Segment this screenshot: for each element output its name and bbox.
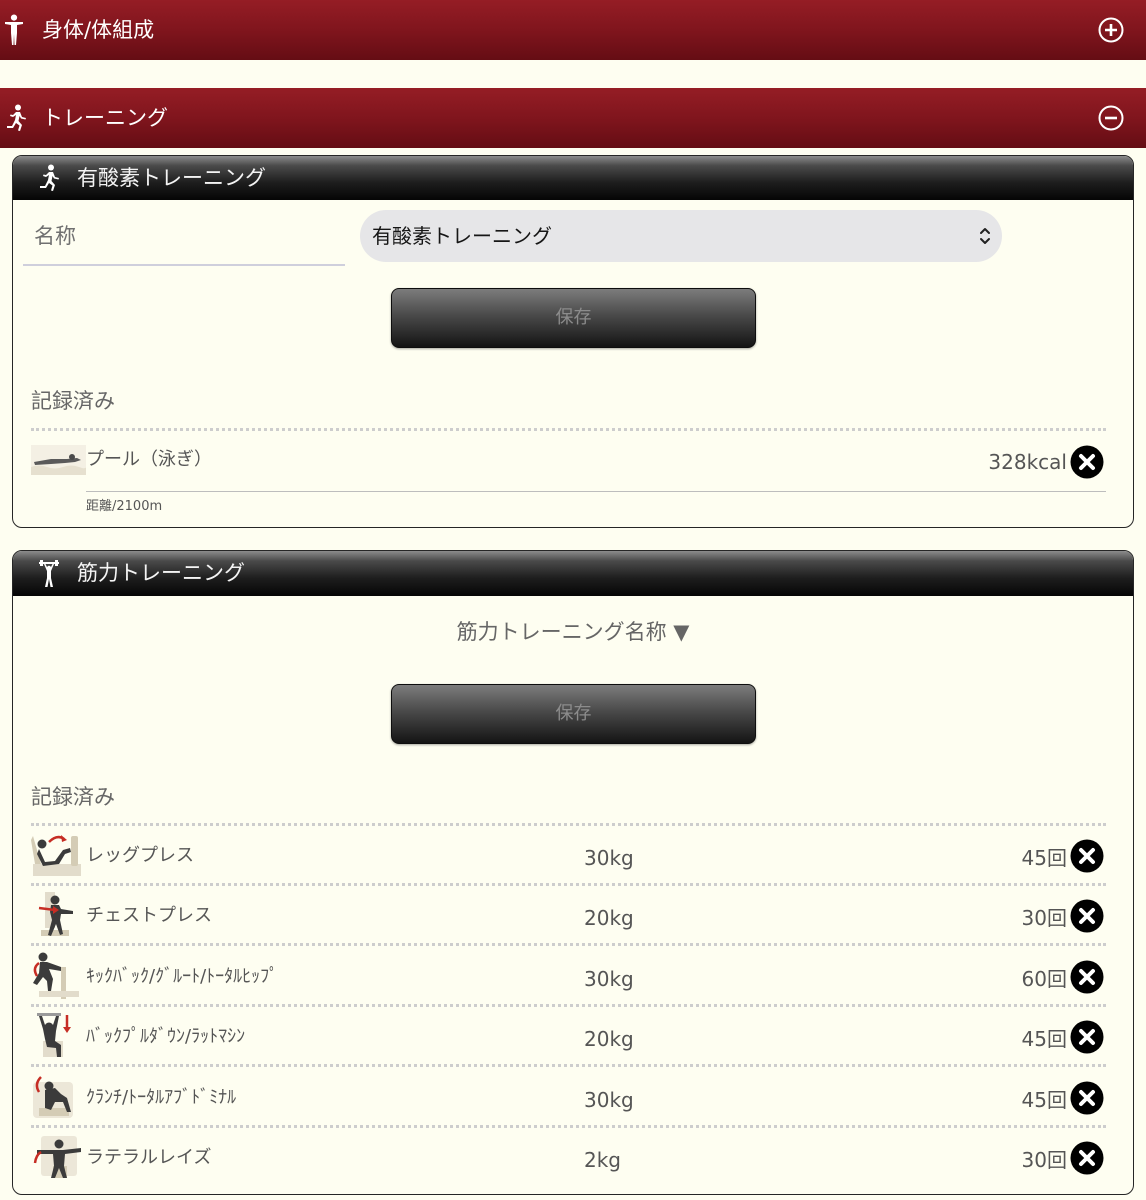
record-weight: 2kg xyxy=(584,1148,622,1172)
dotted-divider xyxy=(31,428,1106,431)
record-name: ラテラルレイズ xyxy=(86,1147,212,1168)
back-pulldown-thumbnail xyxy=(31,1011,86,1061)
save-button[interactable]: 保存 xyxy=(391,288,756,348)
running-person-icon xyxy=(5,104,27,132)
record-weight: 30kg xyxy=(584,846,634,870)
panel-header: 有酸素トレーニング xyxy=(13,156,1133,200)
record-weight: 20kg xyxy=(584,1027,634,1051)
strength-training-name-dropdown[interactable]: 筋力トレーニング名称 ▼ xyxy=(13,618,1133,646)
delete-record-button[interactable] xyxy=(1070,960,1104,994)
panel-title: 有酸素トレーニング xyxy=(77,166,266,190)
record-reps: 60回 xyxy=(1021,967,1067,991)
panel-header: 筋力トレーニング xyxy=(13,551,1133,596)
record-reps: 30回 xyxy=(1021,1148,1067,1172)
record-name: ｸﾗﾝﾁ/ﾄｰﾀﾙｱﾌﾞﾄﾞﾐﾅﾙ xyxy=(86,1087,237,1108)
crunch-thumbnail xyxy=(31,1072,86,1122)
chevron-up-down-icon xyxy=(978,225,992,247)
delete-record-button[interactable] xyxy=(1070,445,1104,479)
standing-person-icon xyxy=(4,14,24,46)
list-item: ラテラルレイズ 2kg 30回 xyxy=(31,1128,1106,1188)
record-weight: 30kg xyxy=(584,967,634,991)
panel-title: 筋力トレーニング xyxy=(77,561,245,585)
section-title: トレーニング xyxy=(42,106,168,130)
recorded-label: 記録済み xyxy=(31,389,115,413)
record-weight: 20kg xyxy=(584,906,634,930)
list-item: ｷｯｸﾊﾞｯｸ/ｸﾞﾙｰﾄ/ﾄｰﾀﾙﾋｯﾌﾟ 30kg 60回 xyxy=(31,947,1106,1007)
record-name: レッグプレス xyxy=(86,845,194,866)
record-reps: 45回 xyxy=(1021,1027,1067,1051)
delete-record-button[interactable] xyxy=(1070,899,1104,933)
strength-training-panel: 筋力トレーニング 筋力トレーニング名称 ▼ 保存 記録済み レッグプレス 30k… xyxy=(12,550,1134,1195)
delete-record-button[interactable] xyxy=(1070,1081,1104,1115)
record-name: ﾊﾞｯｸﾌﾟﾙﾀﾞｳﾝ/ﾗｯﾄﾏｼﾝ xyxy=(86,1026,246,1047)
name-label-underline xyxy=(23,264,345,266)
recorded-label: 記録済み xyxy=(31,785,115,809)
weightlifter-icon xyxy=(39,560,59,588)
delete-record-button[interactable] xyxy=(1070,1020,1104,1054)
leg-press-thumbnail xyxy=(31,830,86,880)
save-button[interactable]: 保存 xyxy=(391,684,756,744)
select-value: 有酸素トレーニング xyxy=(372,224,552,248)
aerobic-training-panel: 有酸素トレーニング 名称 有酸素トレーニング 保存 記録済み プール（泳ぎ） 3… xyxy=(12,155,1134,528)
record-name: プール（泳ぎ） xyxy=(86,449,212,470)
delete-record-button[interactable] xyxy=(1070,1141,1104,1175)
record-reps: 45回 xyxy=(1021,1088,1067,1112)
chest-press-thumbnail xyxy=(31,890,86,940)
record-reps: 45回 xyxy=(1021,846,1067,870)
list-item: レッグプレス 30kg 45回 xyxy=(31,826,1106,886)
record-calories: 328kcal xyxy=(988,450,1067,474)
section-title: 身体/体組成 xyxy=(42,18,155,42)
record-weight: 30kg xyxy=(584,1088,634,1112)
minus-circle-icon[interactable] xyxy=(1098,105,1124,131)
plus-circle-icon[interactable] xyxy=(1098,17,1124,43)
delete-record-button[interactable] xyxy=(1070,839,1104,873)
list-item: ﾊﾞｯｸﾌﾟﾙﾀﾞｳﾝ/ﾗｯﾄﾏｼﾝ 20kg 45回 xyxy=(31,1007,1106,1067)
training-type-select[interactable]: 有酸素トレーニング xyxy=(360,210,1002,262)
record-name: ｷｯｸﾊﾞｯｸ/ｸﾞﾙｰﾄ/ﾄｰﾀﾙﾋｯﾌﾟ xyxy=(86,966,279,987)
section-bar-body-composition[interactable]: 身体/体組成 xyxy=(0,0,1146,60)
record-underline xyxy=(86,491,1106,492)
record-name: チェストプレス xyxy=(86,905,212,926)
runner-icon xyxy=(38,164,60,192)
name-label: 名称 xyxy=(34,224,76,248)
record-reps: 30回 xyxy=(1021,906,1067,930)
list-item: チェストプレス 20kg 30回 xyxy=(31,886,1106,946)
kickback-thumbnail xyxy=(31,951,86,1001)
list-item: ｸﾗﾝﾁ/ﾄｰﾀﾙｱﾌﾞﾄﾞﾐﾅﾙ 30kg 45回 xyxy=(31,1068,1106,1128)
swimming-thumbnail xyxy=(31,445,86,475)
lateral-raise-thumbnail xyxy=(31,1132,86,1182)
section-bar-training[interactable]: トレーニング xyxy=(0,88,1146,148)
record-detail: 距離/2100m xyxy=(86,499,163,514)
